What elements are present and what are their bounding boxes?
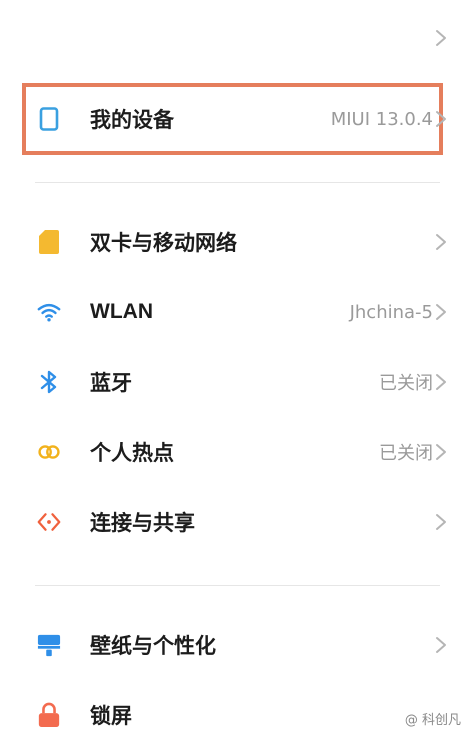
chevron-right-icon (436, 234, 446, 250)
settings-item-label: 连接与共享 (90, 511, 195, 535)
settings-item-wlan[interactable]: WLAN Jhchina-5 (0, 282, 475, 342)
chevron-right-icon (436, 304, 446, 320)
settings-item-value: 已关闭 (379, 373, 433, 394)
settings-item-hotspot[interactable]: 个人热点 已关闭 (0, 422, 475, 482)
settings-item-label: 蓝牙 (90, 371, 132, 395)
settings-item-dual-sim[interactable]: 双卡与移动网络 (0, 212, 475, 272)
hotspot-icon (37, 440, 61, 464)
settings-item-label: 双卡与移动网络 (90, 231, 237, 255)
chevron-right-icon (436, 444, 446, 460)
settings-item-label: 我的设备 (90, 108, 174, 132)
settings-item-bluetooth[interactable]: 蓝牙 已关闭 (0, 352, 475, 412)
top-partial-row[interactable] (0, 8, 475, 68)
settings-item-value: Jhchina-5 (349, 301, 433, 323)
chevron-right-icon (436, 30, 446, 46)
settings-item-label: 壁纸与个性化 (90, 634, 216, 658)
settings-item-label: WLAN (90, 300, 153, 323)
section-divider (35, 182, 440, 183)
settings-item-connect-share[interactable]: 连接与共享 (0, 492, 475, 552)
section-divider (35, 585, 440, 586)
chevron-right-icon (436, 374, 446, 390)
chevron-right-icon (436, 111, 446, 127)
settings-item-wallpaper[interactable]: 壁纸与个性化 (0, 615, 475, 675)
settings-item-label: 锁屏 (90, 704, 132, 728)
settings-item-value: MIUI 13.0.4 (330, 108, 433, 130)
chevron-right-icon (436, 514, 446, 530)
chevron-right-icon (436, 637, 446, 653)
share-icon (37, 510, 61, 534)
watermark: @ 科创凡 (402, 709, 463, 728)
sim-card-icon (37, 230, 61, 254)
wifi-icon (37, 300, 61, 324)
settings-item-value: 已关闭 (379, 443, 433, 464)
bluetooth-icon (37, 370, 61, 394)
settings-item-my-device[interactable]: 我的设备 MIUI 13.0.4 (0, 89, 475, 149)
wallpaper-icon (37, 633, 61, 657)
lock-icon (37, 702, 61, 727)
device-icon (37, 107, 61, 131)
settings-item-label: 个人热点 (90, 441, 174, 465)
